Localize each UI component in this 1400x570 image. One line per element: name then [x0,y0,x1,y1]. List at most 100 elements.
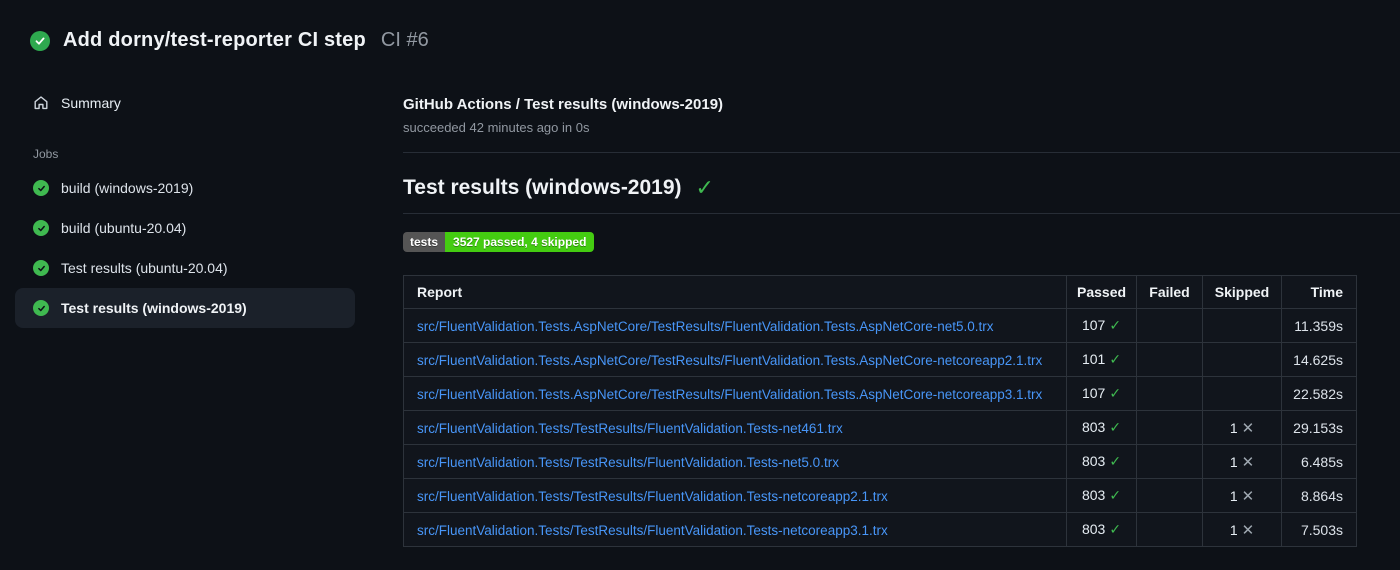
report-link[interactable]: src/FluentValidation.Tests/TestResults/F… [417,489,888,504]
check-icon [35,37,45,45]
skipped-cell: 1 ✕ [1202,410,1282,445]
failed-cell [1136,410,1203,445]
table-row: src/FluentValidation.Tests/TestResults/F… [403,512,1357,547]
col-header-report: Report [403,275,1067,309]
table-row: src/FluentValidation.Tests.AspNetCore/Te… [403,308,1357,343]
passed-cell: 803 ✓ [1066,512,1137,547]
job-success-icon [33,260,49,276]
tests-badge: tests 3527 passed, 4 skipped [403,232,595,252]
home-icon [33,95,49,111]
skipped-cell [1202,376,1282,411]
run-status-line: succeeded 42 minutes ago in 0s [403,120,590,135]
table-row: src/FluentValidation.Tests.AspNetCore/Te… [403,376,1357,411]
failed-cell [1136,478,1203,513]
col-header-skipped: Skipped [1202,275,1282,309]
passed-count: 803 [1081,419,1106,435]
passed-check-icon: ✓ [1109,385,1122,401]
time-cell: 22.582s [1281,376,1357,411]
col-header-time: Time [1281,275,1357,309]
section-title: Test results (windows-2019) [403,176,682,199]
report-link[interactable]: src/FluentValidation.Tests/TestResults/F… [417,455,839,470]
sidebar-jobs: build (windows-2019) build (ubuntu-20.04… [15,168,403,328]
time-cell: 29.153s [1281,410,1357,445]
skipped-cell: 1 ✕ [1202,478,1282,513]
skipped-x-icon: ✕ [1241,419,1255,437]
sidebar-job-item[interactable]: build (windows-2019) [15,168,355,208]
passed-count: 101 [1081,351,1106,367]
run-header: Add dorny/test-reporter CI step CI #6 [0,0,1400,52]
skipped-cell: 1 ✕ [1202,512,1282,547]
skipped-count: 1 [1229,419,1238,436]
time-cell: 7.503s [1281,512,1357,547]
job-success-icon [33,180,49,196]
test-results-table: Report Passed Failed Skipped Time src/Fl… [403,275,1357,547]
passed-check-icon: ✓ [1109,453,1122,469]
job-label: build (ubuntu-20.04) [61,220,187,236]
failed-cell [1136,512,1203,547]
passed-count: 107 [1081,317,1106,333]
passed-count: 107 [1081,385,1106,401]
divider [403,152,1400,153]
passed-check-icon: ✓ [1109,351,1122,367]
job-label: build (windows-2019) [61,180,194,196]
time-cell: 6.485s [1281,444,1357,479]
table-row: src/FluentValidation.Tests/TestResults/F… [403,444,1357,479]
sidebar: Summary Jobs build (windows-2019) build … [0,85,403,328]
sidebar-summary-label: Summary [61,95,121,111]
section-success-check-icon: ✓ [695,175,714,200]
badge-label: tests [403,232,446,252]
time-cell: 14.625s [1281,342,1357,377]
passed-check-icon: ✓ [1109,521,1122,537]
section-head: Test results (windows-2019) ✓ [403,176,1400,200]
table-header-row: Report Passed Failed Skipped Time [403,275,1357,309]
failed-cell [1136,308,1203,343]
passed-check-icon: ✓ [1109,487,1122,503]
run-number: CI #6 [380,29,429,51]
skipped-count: 1 [1229,453,1238,470]
job-label: Test results (windows-2019) [61,300,247,316]
passed-cell: 803 ✓ [1066,410,1137,445]
passed-check-icon: ✓ [1109,419,1122,435]
failed-cell [1136,444,1203,479]
report-link[interactable]: src/FluentValidation.Tests/TestResults/F… [417,523,888,538]
skipped-cell: 1 ✕ [1202,444,1282,479]
passed-cell: 107 ✓ [1066,376,1137,411]
main-content: GitHub Actions / Test results (windows-2… [403,85,1400,547]
check-run-breadcrumb: GitHub Actions / Test results (windows-2… [403,96,724,113]
report-link[interactable]: src/FluentValidation.Tests.AspNetCore/Te… [417,353,1042,368]
report-link[interactable]: src/FluentValidation.Tests.AspNetCore/Te… [417,319,994,334]
failed-cell [1136,342,1203,377]
run-title: Add dorny/test-reporter CI step [63,29,366,51]
passed-count: 803 [1081,521,1106,537]
skipped-x-icon: ✕ [1241,487,1255,505]
job-success-icon [33,300,49,316]
table-row: src/FluentValidation.Tests/TestResults/F… [403,410,1357,445]
passed-check-icon: ✓ [1109,317,1122,333]
skipped-cell [1202,308,1282,343]
passed-count: 803 [1081,487,1106,503]
layout: Summary Jobs build (windows-2019) build … [0,85,1400,547]
passed-cell: 101 ✓ [1066,342,1137,377]
skipped-cell [1202,342,1282,377]
passed-cell: 803 ✓ [1066,444,1137,479]
time-cell: 8.864s [1281,478,1357,513]
job-label: Test results (ubuntu-20.04) [61,260,228,276]
report-link[interactable]: src/FluentValidation.Tests.AspNetCore/Te… [417,387,1042,402]
badge-value: 3527 passed, 4 skipped [445,232,595,252]
passed-cell: 803 ✓ [1066,478,1137,513]
failed-cell [1136,376,1203,411]
sidebar-item-summary[interactable]: Summary [15,85,403,121]
sidebar-job-item[interactable]: Test results (ubuntu-20.04) [15,248,355,288]
passed-count: 803 [1081,453,1106,469]
table-row: src/FluentValidation.Tests.AspNetCore/Te… [403,342,1357,377]
skipped-x-icon: ✕ [1241,521,1255,539]
job-success-icon [33,220,49,236]
time-cell: 11.359s [1281,308,1357,343]
report-link[interactable]: src/FluentValidation.Tests/TestResults/F… [417,421,843,436]
sidebar-job-item[interactable]: build (ubuntu-20.04) [15,208,355,248]
passed-cell: 107 ✓ [1066,308,1137,343]
col-header-passed: Passed [1066,275,1137,309]
col-header-failed: Failed [1136,275,1203,309]
sidebar-job-item[interactable]: Test results (windows-2019) [15,288,355,328]
skipped-x-icon: ✕ [1241,453,1255,471]
